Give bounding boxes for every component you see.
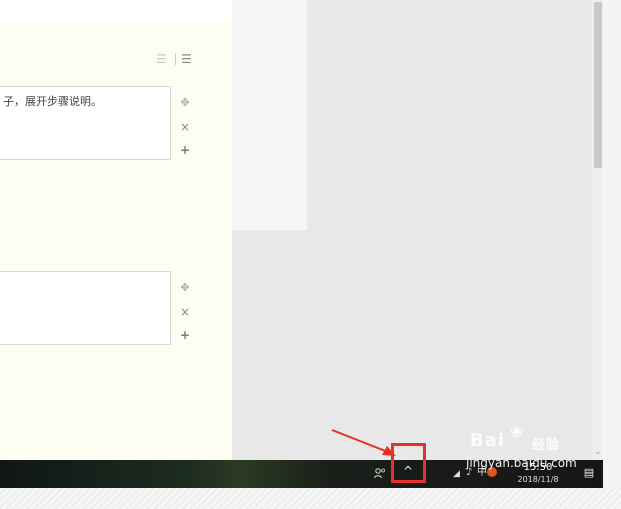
step-input-text: 子，展开步骤说明。 xyxy=(3,95,102,108)
top-strip xyxy=(0,0,232,22)
ordered-list-icon[interactable]: ☰ xyxy=(156,52,167,66)
add-step-icon[interactable]: + xyxy=(178,143,192,157)
preview-block xyxy=(232,0,307,230)
red-arrow-annotation xyxy=(331,429,396,456)
page-background xyxy=(0,488,621,509)
network-icon[interactable]: ◢ xyxy=(453,468,460,480)
scrollbar-thumb[interactable] xyxy=(594,2,602,168)
paw-icon: ❀ xyxy=(510,422,524,441)
step-input-2[interactable] xyxy=(0,271,171,345)
highlight-box-annotation xyxy=(391,443,426,483)
delete-step-icon[interactable]: × xyxy=(178,120,192,134)
people-icon[interactable] xyxy=(374,467,386,479)
watermark-logo: Bai xyxy=(470,430,506,451)
move-step-icon[interactable]: ✥ xyxy=(178,96,192,110)
step-input-1[interactable]: 子，展开步骤说明。 xyxy=(0,86,171,160)
watermark-url: jingyan.baidu.com xyxy=(466,456,577,470)
toolbar-divider xyxy=(175,53,176,65)
unordered-list-icon[interactable]: ☰ xyxy=(181,52,192,66)
watermark-logo-cn: 经验 xyxy=(532,438,561,453)
move-step-icon[interactable]: ✥ xyxy=(178,281,192,295)
baidu-jingyan-watermark: Bai ❀ 经验 jingyan.baidu.com xyxy=(460,420,600,480)
right-edge xyxy=(603,0,621,488)
add-step-icon[interactable]: + xyxy=(178,328,192,342)
delete-step-icon[interactable]: × xyxy=(178,305,192,319)
